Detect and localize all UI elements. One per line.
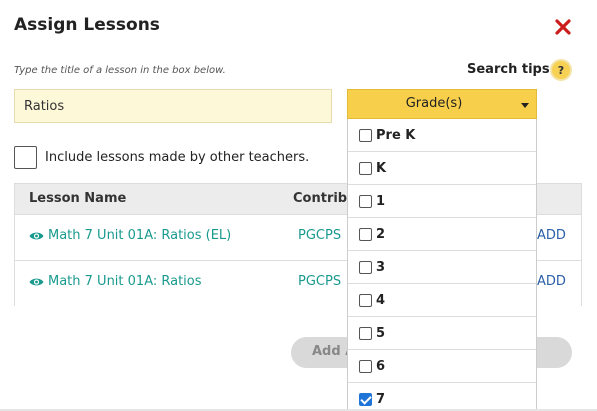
grade-checkbox[interactable] xyxy=(359,162,372,175)
help-icon[interactable]: ? xyxy=(550,59,572,81)
lesson-name: Math 7 Unit 01A: Ratios xyxy=(48,274,202,289)
search-hint: Type the title of a lesson in the box be… xyxy=(14,65,226,76)
grade-checkbox[interactable] xyxy=(359,261,372,274)
eye-icon xyxy=(29,232,44,239)
lesson-search-input[interactable] xyxy=(14,89,332,123)
grade-checkbox[interactable] xyxy=(359,129,372,142)
lesson-name: Math 7 Unit 01A: Ratios (EL) xyxy=(48,228,232,243)
grade-checkbox-checked[interactable] xyxy=(359,393,372,406)
grade-checkbox[interactable] xyxy=(359,228,372,241)
add-lesson-button[interactable]: ADD xyxy=(537,274,566,289)
grade-checkbox[interactable] xyxy=(359,327,372,340)
grade-option[interactable]: Pre K xyxy=(348,119,536,152)
include-others-checkbox[interactable] xyxy=(14,146,37,169)
include-others-label: Include lessons made by other teachers. xyxy=(45,150,310,165)
grade-option-label: 4 xyxy=(376,293,386,308)
page-title: Assign Lessons xyxy=(14,15,160,35)
grade-checkbox[interactable] xyxy=(359,360,372,373)
header-lesson-name: Lesson Name xyxy=(29,191,127,206)
lesson-link[interactable]: Math 7 Unit 01A: Ratios (EL) xyxy=(29,228,231,243)
grade-option[interactable]: K xyxy=(348,152,536,185)
grade-option[interactable]: 3 xyxy=(348,251,536,284)
contributor: PGCPS xyxy=(298,274,342,289)
grade-option[interactable]: 4 xyxy=(348,284,536,317)
grade-option-label: 3 xyxy=(376,260,386,275)
contributor: PGCPS xyxy=(298,228,342,243)
grade-option-label: 1 xyxy=(376,194,386,209)
caret-down-icon xyxy=(521,103,529,108)
lesson-link[interactable]: Math 7 Unit 01A: Ratios xyxy=(29,274,202,289)
close-icon[interactable] xyxy=(554,18,572,36)
grade-option[interactable]: 5 xyxy=(348,317,536,350)
grade-options-list: Pre K K 1 2 3 4 5 6 7 xyxy=(347,119,537,411)
search-tips-link[interactable]: Search tips. xyxy=(467,62,555,77)
grade-option-label: 7 xyxy=(376,392,386,407)
grade-option[interactable]: 6 xyxy=(348,350,536,383)
grade-option-label: Pre K xyxy=(376,128,416,143)
grade-option[interactable]: 2 xyxy=(348,218,536,251)
grade-option-label: K xyxy=(376,161,387,176)
grade-filter-label: Grade(s) xyxy=(405,96,463,111)
add-lesson-button[interactable]: ADD xyxy=(537,228,566,243)
eye-icon xyxy=(29,278,44,285)
grade-checkbox[interactable] xyxy=(359,294,372,307)
grade-option-label: 2 xyxy=(376,227,386,242)
grade-option-label: 5 xyxy=(376,326,386,341)
grade-filter-dropdown[interactable]: Grade(s) xyxy=(347,89,537,119)
grade-option-label: 6 xyxy=(376,359,386,374)
grade-option[interactable]: 7 xyxy=(348,383,536,411)
grade-option[interactable]: 1 xyxy=(348,185,536,218)
grade-checkbox[interactable] xyxy=(359,195,372,208)
